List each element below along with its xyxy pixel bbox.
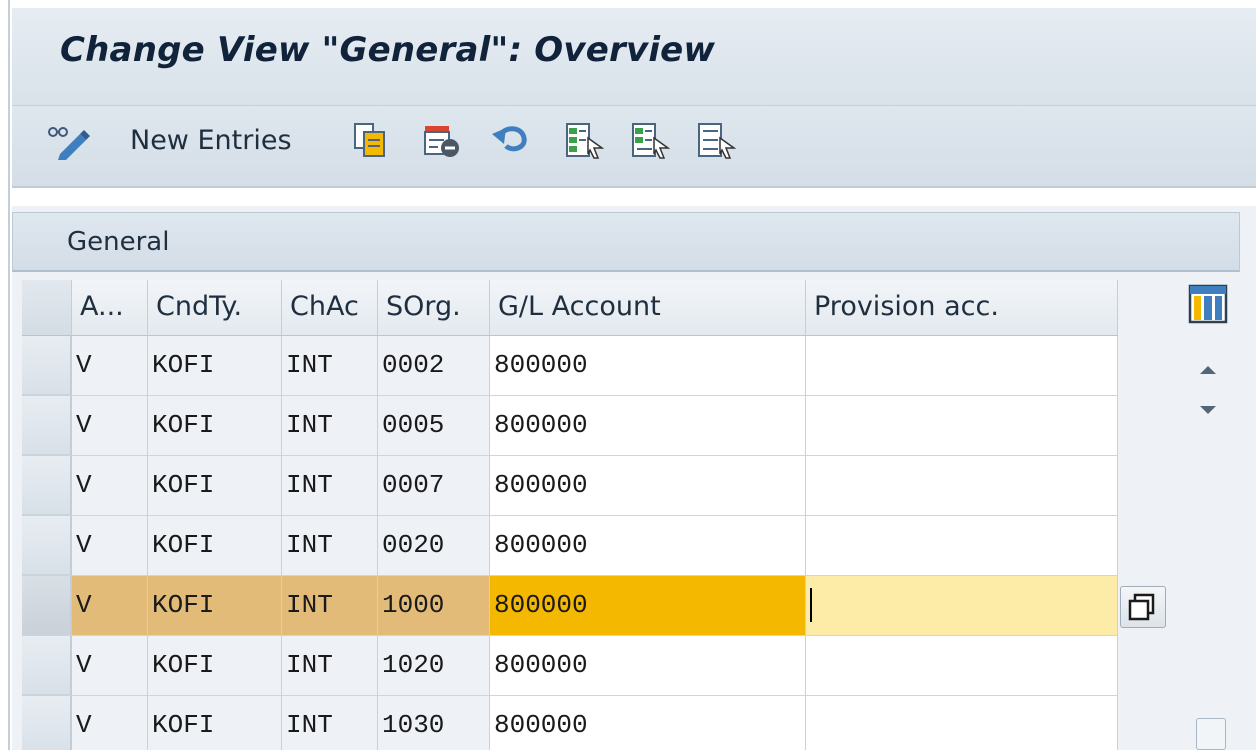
cell-a: V (72, 396, 148, 456)
cell-sales-org: 0005 (378, 396, 490, 456)
new-entries-label: New Entries (130, 124, 292, 156)
cell-condition-type: KOFI (148, 576, 282, 636)
cell-provision-account[interactable] (806, 336, 1118, 396)
column-header-provision-account[interactable]: Provision acc. (806, 280, 1118, 336)
table-section-header: General (12, 212, 1240, 272)
cell-chac: INT (282, 516, 378, 576)
row-selector[interactable] (22, 336, 72, 396)
scroll-thumb[interactable] (1196, 718, 1226, 750)
select-all-icon[interactable] (564, 120, 604, 160)
column-header-row: A... CndTy. ChAc SOrg. G/L Account Provi… (22, 280, 1118, 336)
cell-gl-account[interactable]: 800000 (490, 576, 806, 636)
cell-sales-org: 0002 (378, 336, 490, 396)
cell-condition-type: KOFI (148, 636, 282, 696)
cell-a: V (72, 576, 148, 636)
cell-a: V (72, 636, 148, 696)
cell-sales-org: 0007 (378, 456, 490, 516)
table-row: V KOFI INT 0020 800000 (22, 516, 1118, 576)
column-header-condition-type[interactable]: CndTy. (148, 280, 282, 336)
cell-condition-type: KOFI (148, 696, 282, 750)
window-frame-left (0, 0, 10, 750)
cell-provision-account[interactable] (806, 456, 1118, 516)
cell-gl-account[interactable]: 800000 (490, 516, 806, 576)
table-row: V KOFI INT 0007 800000 (22, 456, 1118, 516)
vertical-scrollbar[interactable] (1186, 340, 1230, 750)
column-header-gl-account[interactable]: G/L Account (490, 280, 806, 336)
cell-condition-type: KOFI (148, 336, 282, 396)
cell-provision-account[interactable] (806, 636, 1118, 696)
select-block-icon[interactable] (630, 120, 670, 160)
cell-gl-account[interactable]: 800000 (490, 696, 806, 750)
cell-provision-account-focused[interactable] (806, 576, 1118, 636)
cell-gl-account[interactable]: 800000 (490, 396, 806, 456)
cell-chac: INT (282, 696, 378, 750)
row-selector[interactable] (22, 456, 72, 516)
arrow-up-icon (1200, 366, 1216, 374)
cell-condition-type: KOFI (148, 456, 282, 516)
table-settings-icon[interactable] (1188, 284, 1228, 324)
delete-icon[interactable] (422, 120, 462, 160)
cell-chac: INT (282, 576, 378, 636)
row-selector[interactable] (22, 696, 72, 750)
cell-sales-org: 1000 (378, 576, 490, 636)
cell-chac: INT (282, 636, 378, 696)
column-header-chac[interactable]: ChAc (282, 280, 378, 336)
value-help-button[interactable] (1120, 586, 1166, 628)
undo-icon[interactable] (490, 120, 532, 160)
row-selector[interactable] (22, 396, 72, 456)
cell-condition-type: KOFI (148, 516, 282, 576)
table-row: V KOFI INT 0005 800000 (22, 396, 1118, 456)
column-header-sales-org[interactable]: SOrg. (378, 280, 490, 336)
row-selector[interactable] (22, 576, 72, 636)
cell-a: V (72, 516, 148, 576)
cell-provision-account[interactable] (806, 396, 1118, 456)
cell-chac: INT (282, 396, 378, 456)
cell-chac: INT (282, 336, 378, 396)
row-selector[interactable] (22, 516, 72, 576)
cell-gl-account[interactable]: 800000 (490, 336, 806, 396)
new-entries-button[interactable]: New Entries (130, 120, 292, 160)
table-row: V KOFI INT 1030 800000 (22, 696, 1118, 750)
column-header-a[interactable]: A... (72, 280, 148, 336)
cell-provision-account[interactable] (806, 696, 1118, 750)
cell-provision-account[interactable] (806, 516, 1118, 576)
cell-chac: INT (282, 456, 378, 516)
scroll-down-button[interactable] (1186, 392, 1230, 432)
table-row-selected: V KOFI INT 1000 800000 (22, 576, 1118, 636)
application-toolbar: New Entries (12, 106, 1256, 188)
section-title: General (67, 227, 170, 257)
cell-condition-type: KOFI (148, 396, 282, 456)
title-bar: Change View "General": Overview (12, 8, 1256, 106)
page-title: Change View "General": Overview (60, 30, 716, 70)
cell-a: V (72, 336, 148, 396)
copy-icon[interactable] (352, 120, 388, 160)
value-help-icon (1128, 593, 1155, 621)
cell-gl-account[interactable]: 800000 (490, 636, 806, 696)
deselect-all-icon[interactable] (696, 120, 736, 160)
cell-sales-org: 1030 (378, 696, 490, 750)
cell-a: V (72, 696, 148, 750)
scroll-up-button[interactable] (1186, 348, 1230, 388)
cell-gl-account[interactable]: 800000 (490, 456, 806, 516)
row-selector[interactable] (22, 636, 72, 696)
cell-sales-org: 0020 (378, 516, 490, 576)
table-row: V KOFI INT 0002 800000 (22, 336, 1118, 396)
text-cursor (810, 588, 812, 622)
arrow-down-icon (1200, 406, 1216, 414)
cell-a: V (72, 456, 148, 516)
cell-sales-org: 1020 (378, 636, 490, 696)
display-change-icon[interactable] (44, 120, 90, 160)
table-row: V KOFI INT 1020 800000 (22, 636, 1118, 696)
